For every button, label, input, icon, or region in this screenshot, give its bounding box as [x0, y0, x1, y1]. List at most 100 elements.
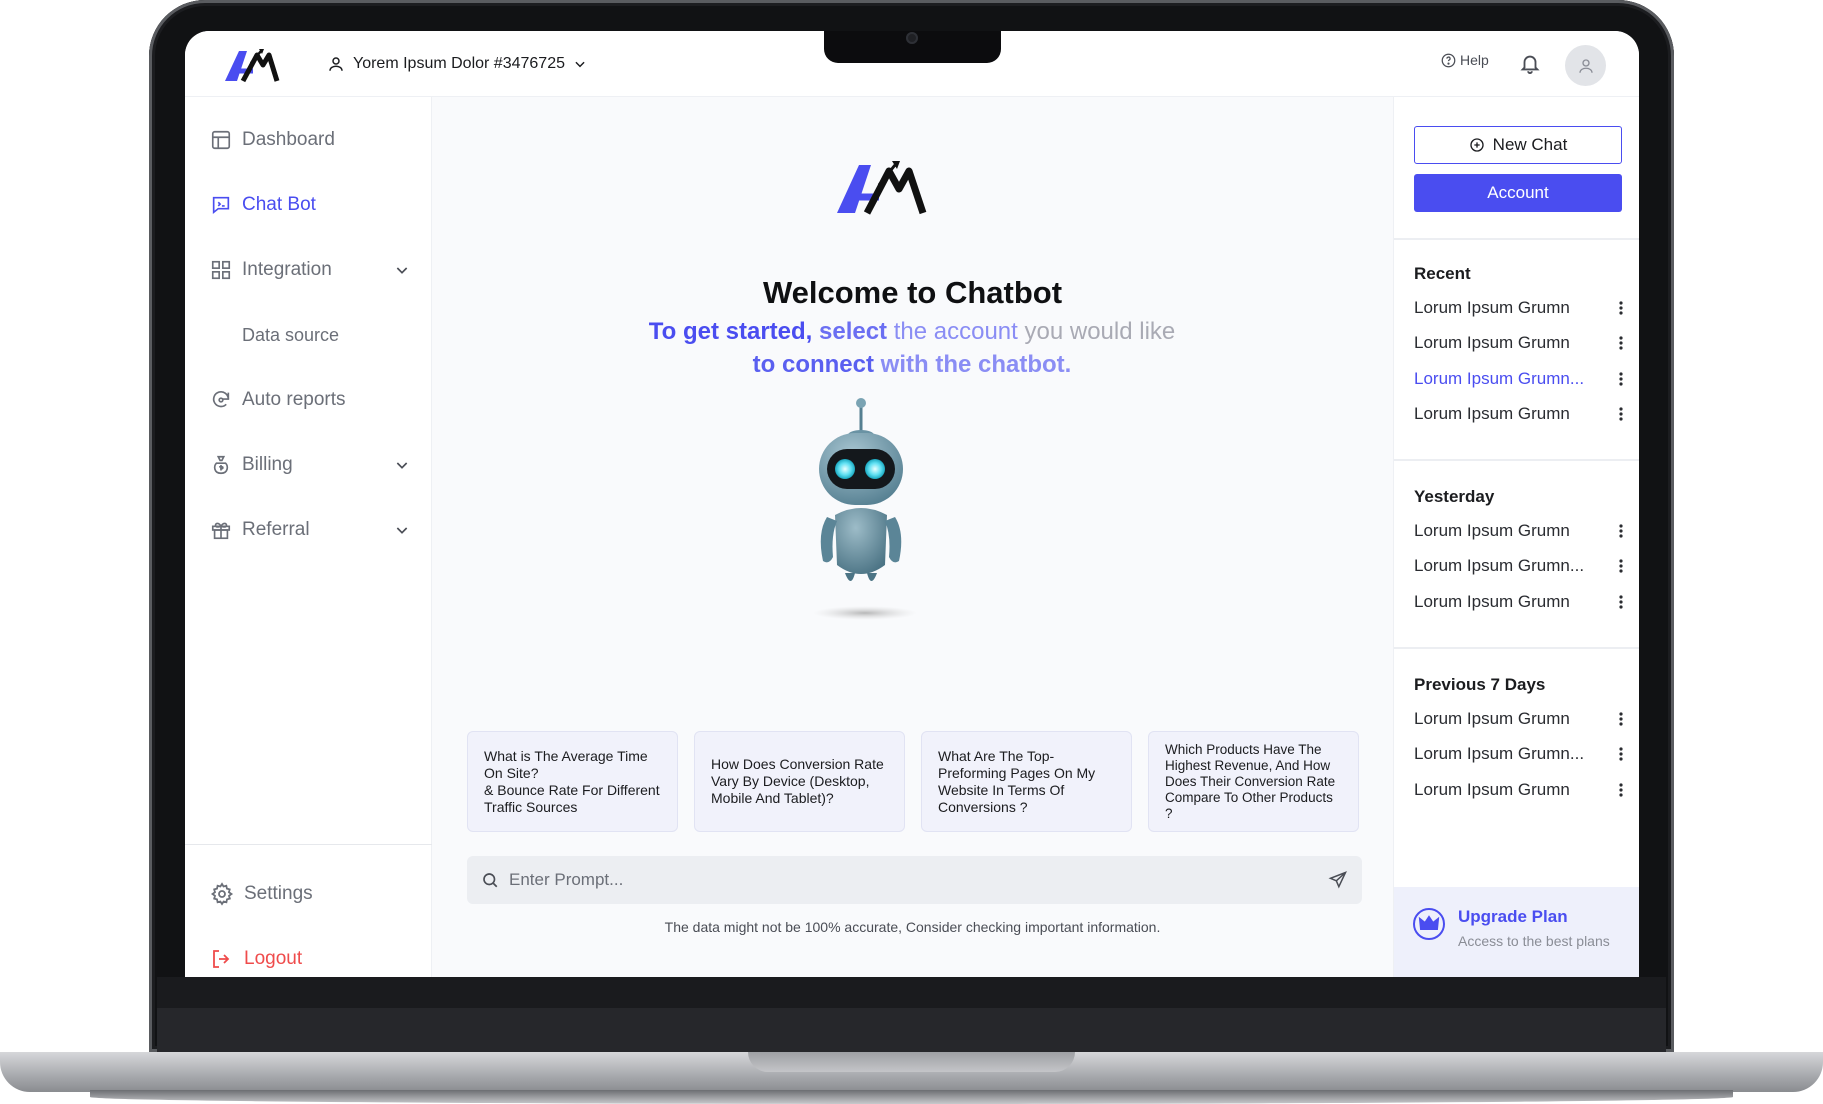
chat-bot-icon [212, 196, 230, 215]
crown-icon [1413, 908, 1445, 940]
grid-icon [211, 260, 231, 280]
suggestion-cards: What is The Average Time On Site? & Boun… [467, 731, 1362, 832]
more-options-icon[interactable] [1614, 336, 1628, 350]
welcome-subtitle: To get started, select the account you w… [582, 315, 1242, 381]
more-options-icon[interactable] [1614, 372, 1628, 386]
history-item-label: Lorum Ipsum Grumn [1414, 298, 1570, 317]
prompt-bar [467, 856, 1362, 904]
history-item-label: Lorum Ipsum Grumn [1414, 780, 1570, 799]
brand-logo [223, 45, 287, 90]
sidebar-item-label: Settings [244, 883, 313, 904]
history-item[interactable]: Lorum Ipsum Grumn [1414, 589, 1628, 615]
plus-circle-icon [1470, 138, 1484, 152]
panel-divider [1394, 647, 1639, 649]
panel-divider [1394, 459, 1639, 461]
brand-logo-large [835, 157, 943, 222]
camera-icon [906, 32, 918, 44]
user-icon [329, 57, 343, 71]
more-options-icon[interactable] [1614, 783, 1628, 797]
chevron-down-icon [396, 527, 408, 534]
history-item[interactable]: Lorum Ipsum Grumn [1414, 518, 1628, 544]
welcome-title: Welcome to Chatbot [762, 275, 1063, 310]
history-item-label: Lorum Ipsum Grumn [1414, 521, 1570, 540]
gift-icon [211, 522, 231, 540]
sidebar-item-dashboard[interactable]: Dashboard [210, 124, 410, 156]
laptop-base-shadow [90, 1090, 1733, 1104]
sidebar-item-label: Billing [242, 454, 293, 475]
sidebar-item-settings[interactable]: Settings [210, 878, 410, 910]
new-chat-label: New Chat [1492, 135, 1568, 154]
upgrade-subtitle: Access to the best plans [1458, 933, 1610, 949]
app-screen: Yorem Ipsum Dolor #3476725 Help Dashboar… [185, 31, 1639, 977]
history-group-title: Recent [1414, 264, 1471, 283]
history-item[interactable]: Lorum Ipsum Grumn [1414, 401, 1628, 427]
suggestion-card[interactable]: What Are The Top-Preforming Pages On My … [921, 731, 1132, 832]
money-bag-icon [213, 455, 229, 475]
notifications-button[interactable] [1519, 51, 1541, 80]
avatar[interactable] [1565, 45, 1606, 86]
sidebar-item-billing[interactable]: Billing [210, 449, 410, 481]
subtitle-part: To get started, [648, 318, 813, 345]
sidebar-item-label: Dashboard [242, 129, 335, 150]
more-options-icon[interactable] [1614, 712, 1628, 726]
sidebar-item-label: Auto reports [242, 389, 346, 410]
more-options-icon[interactable] [1614, 524, 1628, 538]
sidebar-item-label: Integration [242, 259, 332, 280]
history-group-title: Yesterday [1414, 487, 1495, 506]
send-button[interactable] [1328, 870, 1348, 890]
sidebar-divider [185, 844, 432, 845]
sidebar-item-auto-reports[interactable]: Auto reports [210, 384, 410, 416]
sidebar-item-logout[interactable]: Logout [210, 943, 410, 975]
more-options-icon[interactable] [1614, 559, 1628, 573]
dashboard-icon [211, 130, 231, 150]
subtitle-part: you would like [1024, 318, 1176, 345]
account-switcher[interactable]: Yorem Ipsum Dolor #3476725 [327, 49, 587, 79]
more-options-icon[interactable] [1614, 407, 1628, 421]
history-item-label: Lorum Ipsum Grumn [1414, 404, 1570, 423]
chevron-down-icon [575, 61, 585, 68]
send-icon [1328, 871, 1347, 889]
logout-icon [213, 950, 230, 968]
history-item[interactable]: Lorum Ipsum Grumn [1414, 706, 1628, 732]
laptop-base-groove [748, 1052, 1075, 1072]
history-item-label: Lorum Ipsum Grumn... [1414, 556, 1585, 575]
sidebar-item-referral[interactable]: Referral [210, 514, 410, 546]
sidebar: Dashboard Chat Bot Integration Data sour… [185, 97, 432, 977]
panel-divider [1394, 238, 1639, 240]
more-options-icon[interactable] [1614, 747, 1628, 761]
account-name: Yorem Ipsum Dolor #3476725 [353, 55, 565, 72]
history-item-active[interactable]: Lorum Ipsum Grumn... [1414, 366, 1628, 392]
sidebar-item-integration[interactable]: Integration [210, 254, 410, 286]
more-options-icon[interactable] [1614, 595, 1628, 609]
history-item-label: Lorum Ipsum Grumn [1414, 592, 1570, 611]
more-options-icon[interactable] [1614, 301, 1628, 315]
history-item[interactable]: Lorum Ipsum Grumn [1414, 295, 1628, 321]
history-item[interactable]: Lorum Ipsum Grumn... [1414, 741, 1628, 767]
help-link[interactable]: Help [1441, 52, 1489, 68]
history-item[interactable]: Lorum Ipsum Grumn... [1414, 553, 1628, 579]
gear-icon [210, 882, 234, 906]
suggestion-card[interactable]: Which Products Have The Highest Revenue,… [1148, 731, 1359, 832]
sidebar-item-data-source[interactable]: Data source [242, 325, 339, 346]
question-icon [1441, 53, 1456, 67]
upgrade-title: Upgrade Plan [1458, 907, 1568, 926]
new-chat-button[interactable]: New Chat [1414, 126, 1622, 164]
accuracy-disclaimer: The data might not be 100% accurate, Con… [664, 919, 1161, 935]
chevron-down-icon [396, 462, 408, 469]
robot-illustration [805, 393, 925, 628]
help-label: Help [1460, 52, 1489, 68]
history-item[interactable]: Lorum Ipsum Grumn [1414, 330, 1628, 356]
subtitle-part: the account [893, 318, 1018, 345]
chat-main: Welcome to Chatbot To get started, selec… [432, 97, 1393, 977]
suggestion-card[interactable]: How Does Conversion Rate Vary By Device … [694, 731, 905, 832]
subtitle-part: select [819, 318, 888, 345]
suggestion-card[interactable]: What is The Average Time On Site? & Boun… [467, 731, 678, 832]
history-item[interactable]: Lorum Ipsum Grumn [1414, 777, 1628, 803]
sidebar-item-chat-bot[interactable]: Chat Bot [210, 189, 410, 221]
account-button[interactable]: Account [1414, 174, 1622, 212]
upgrade-text: Upgrade Plan Access to the best plans [1458, 907, 1610, 949]
prompt-input[interactable] [509, 870, 1318, 890]
sidebar-item-label: Logout [244, 948, 303, 969]
upgrade-plan-banner[interactable]: Upgrade Plan Access to the best plans [1394, 887, 1639, 977]
history-item-label: Lorum Ipsum Grumn... [1414, 744, 1585, 763]
